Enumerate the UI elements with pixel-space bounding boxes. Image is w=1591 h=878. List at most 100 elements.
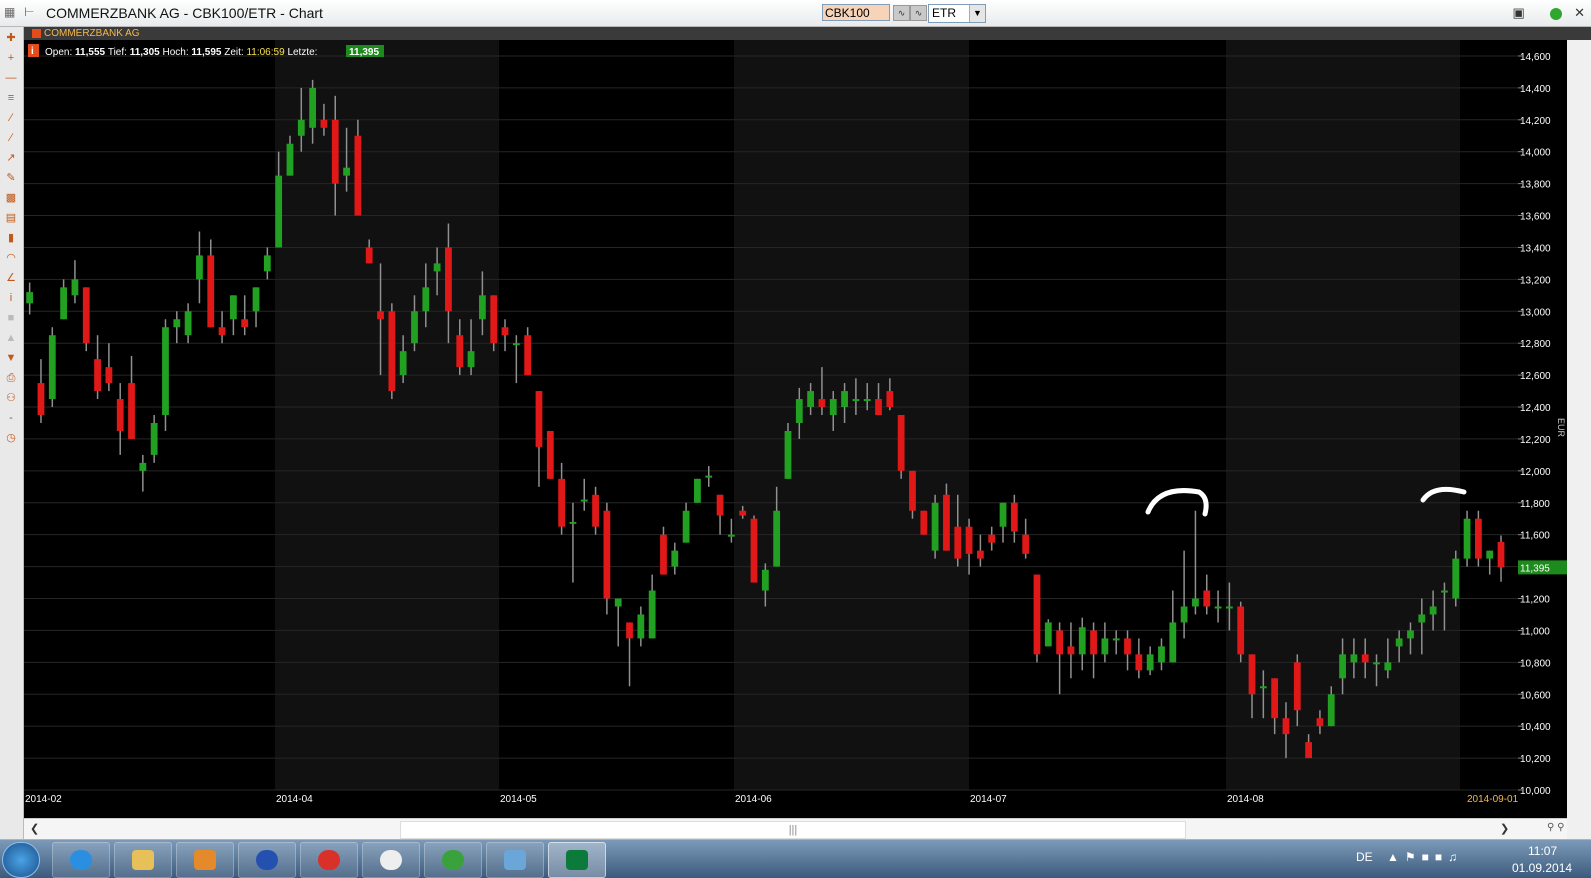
symbol-input[interactable] <box>822 4 890 21</box>
candle-body <box>365 247 373 264</box>
zoom-out-icon[interactable]: ⚲ <box>1557 822 1564 833</box>
candle-body <box>60 287 68 320</box>
bell-icon[interactable]: ■ <box>3 310 19 326</box>
scroll-left-icon[interactable]: ❮ <box>30 822 39 835</box>
candle-body <box>1384 662 1392 671</box>
parallel-lines-icon[interactable]: ≡ <box>3 90 19 106</box>
cart-icon[interactable]: ⚇ <box>3 390 19 406</box>
media-icon[interactable] <box>176 842 234 878</box>
month-band <box>275 40 499 790</box>
y-tick-label: 13,400 <box>1520 243 1551 254</box>
exchange-select[interactable]: ETR ▼ <box>928 4 986 23</box>
clock-app-icon[interactable] <box>362 842 420 878</box>
candle-body <box>1180 606 1188 623</box>
candle-body <box>750 518 758 583</box>
arc-icon[interactable]: ◠ <box>3 250 19 266</box>
candle-body <box>1135 654 1143 671</box>
clock-date[interactable]: 01.09.2014 <box>1512 861 1572 875</box>
candle-body <box>1044 622 1052 647</box>
crosshair-icon[interactable]: ✚ <box>3 30 19 46</box>
y-tick-label: 12,000 <box>1520 467 1551 478</box>
candle-body <box>954 526 962 559</box>
compare-icon[interactable]: ∿ <box>910 5 927 21</box>
candle-body <box>660 534 667 575</box>
candle-body <box>1090 630 1097 655</box>
y-tick-label: 11,000 <box>1520 626 1550 637</box>
y-tick-label: 10,200 <box>1520 754 1551 765</box>
chart-type-icon[interactable]: ∿ <box>893 5 910 21</box>
print-icon[interactable]: ⎙ <box>3 370 19 386</box>
candle-body <box>580 499 588 502</box>
candle-body <box>1373 662 1380 665</box>
candle-body <box>931 502 939 551</box>
candle-body <box>173 319 181 328</box>
candle-body <box>569 521 577 524</box>
step-icon[interactable]: ▩ <box>3 190 19 206</box>
pin-icon[interactable]: ⊢ <box>24 5 34 19</box>
chart-header: COMMERZBANK AG <box>24 27 1591 40</box>
chrome-icon[interactable] <box>424 842 482 878</box>
candle-body <box>1203 590 1211 607</box>
info-icon[interactable]: i <box>3 290 19 306</box>
horizontal-scrollbar[interactable]: ❮ ||| ❯ <box>24 818 1567 840</box>
candle-body <box>716 494 724 516</box>
clock-time[interactable]: 11:07 <box>1528 844 1557 858</box>
alarm-icon[interactable]: ▲ <box>3 330 19 346</box>
horizontal-line-icon[interactable]: — <box>3 70 19 86</box>
channel-icon[interactable]: ∕ <box>3 130 19 146</box>
y-tick-label: 14,200 <box>1520 116 1551 127</box>
candlestick-chart[interactable]: 10,000 10,200 10,400 10,600 10,800 11,000 11,2… <box>24 40 1567 818</box>
candle-body <box>1327 694 1335 727</box>
candle-body <box>82 287 90 344</box>
candle-body <box>26 292 34 304</box>
user-icon[interactable] <box>238 842 296 878</box>
chevron-down-icon[interactable]: ▼ <box>969 5 985 22</box>
start-orb-icon[interactable] <box>2 842 40 878</box>
window-title: COMMERZBANK AG - CBK100/ETR - Chart <box>46 5 323 21</box>
y-tick-label: 10,400 <box>1520 722 1551 733</box>
info-part: Letzte: <box>287 47 317 58</box>
candle-body <box>965 526 973 554</box>
candle-body <box>467 351 475 368</box>
candle-body <box>263 255 271 272</box>
y-tick-label: 12,800 <box>1520 339 1551 350</box>
trend-line-icon[interactable]: ∕ <box>3 110 19 126</box>
gann-icon[interactable]: ∠ <box>3 270 19 286</box>
scroll-thumb[interactable]: ||| <box>400 821 1186 839</box>
candle-body <box>1429 606 1437 615</box>
close-icon[interactable]: ✕ <box>1574 5 1585 20</box>
zoom-in-icon[interactable]: ⚲ <box>1547 822 1554 833</box>
fibonacci-icon[interactable]: ▤ <box>3 210 19 226</box>
system-tray[interactable]: ▲⚑■■♫ <box>1387 850 1463 864</box>
app-icon: ▦ <box>4 5 16 19</box>
candle-body <box>48 335 56 400</box>
candle-body <box>196 255 203 280</box>
y-tick-label: 11,200 <box>1520 595 1550 606</box>
clock-icon[interactable]: ◷ <box>3 430 19 446</box>
candle-body <box>773 510 781 567</box>
cross-icon[interactable]: + <box>3 50 19 66</box>
info-part: 11,555 <box>72 47 108 58</box>
image-viewer-icon[interactable] <box>486 842 544 878</box>
explorer-icon[interactable] <box>114 842 172 878</box>
pushpin-icon[interactable] <box>300 842 358 878</box>
zoom-controls[interactable]: ⚲ ⚲ <box>1547 822 1564 833</box>
candle-body <box>1418 614 1426 623</box>
y-tick-label: 13,600 <box>1520 212 1551 223</box>
minus-icon[interactable]: - <box>3 410 19 426</box>
drawing-toolbar: ✚ + — ≡ ∕ ∕ ↗ ✎ ▩ ▤ ▮ ◠ ∠ i ■ ▲ ▼ ⎙ ⚇ - … <box>0 27 24 839</box>
language-indicator[interactable]: DE <box>1356 850 1373 864</box>
restore-icon[interactable]: ▣ <box>1513 5 1525 20</box>
scroll-right-icon[interactable]: ❯ <box>1500 822 1509 835</box>
bars-icon[interactable]: ▮ <box>3 230 19 246</box>
candle-body <box>1259 686 1267 689</box>
settings-icon[interactable]: ▼ <box>3 350 19 366</box>
pen-icon[interactable]: ✎ <box>3 170 19 186</box>
trading-app-icon[interactable] <box>548 842 606 878</box>
candle-body <box>1192 598 1199 607</box>
candle-body <box>920 510 928 535</box>
ie-icon[interactable] <box>52 842 110 878</box>
month-band <box>1460 40 1518 790</box>
candle-body <box>445 247 452 312</box>
ray-icon[interactable]: ↗ <box>3 150 19 166</box>
